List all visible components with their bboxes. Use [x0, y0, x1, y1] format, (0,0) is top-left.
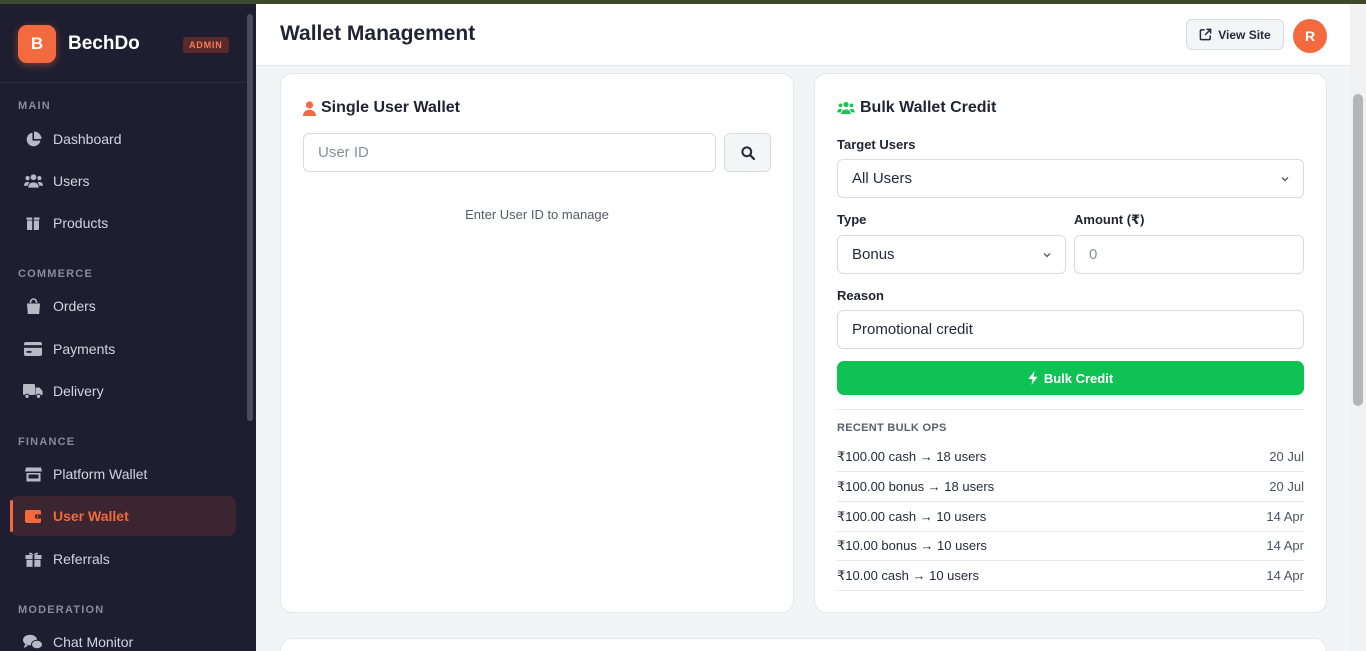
top-header: Wallet Management View Site R: [256, 4, 1350, 66]
user-id-input[interactable]: [303, 133, 716, 172]
sidebar-divider: [0, 82, 246, 83]
sidebar-scrollbar[interactable]: [247, 14, 253, 421]
target-users-label: Target Users: [837, 137, 916, 152]
view-site-label: View Site: [1218, 27, 1271, 42]
brand[interactable]: B BechDo: [18, 25, 140, 63]
op-date: 14 Apr: [1266, 568, 1304, 583]
pie-chart-icon: [23, 129, 43, 149]
section-moderation: MODERATION: [18, 604, 105, 616]
sidebar-item-platform-wallet[interactable]: Platform Wallet: [10, 454, 236, 494]
op-date: 14 Apr: [1266, 509, 1304, 524]
chevron-down-icon: [1281, 177, 1289, 182]
truck-icon: [23, 381, 43, 401]
sidebar-item-label: Products: [53, 215, 109, 231]
wallet-icon: [23, 506, 43, 526]
page-title: Wallet Management: [280, 22, 476, 45]
bulk-credit-button-label: Bulk Credit: [1043, 370, 1114, 386]
bulk-wallet-credit-card: Bulk Wallet Credit Target Users All User…: [814, 73, 1327, 613]
user-icon: [303, 100, 316, 116]
bulk-credit-button[interactable]: Bulk Credit: [837, 361, 1304, 395]
list-item: ₹100.00 cash → 18 users 20 Jul: [837, 442, 1304, 472]
sidebar-item-dashboard[interactable]: Dashboard: [10, 119, 236, 159]
chat-icon: [23, 632, 43, 651]
op-text: ₹10.00 bonus → 10 users: [837, 537, 987, 553]
brand-name: BechDo: [68, 33, 140, 54]
next-card: [280, 638, 1327, 651]
type-select[interactable]: Bonus: [837, 235, 1066, 274]
amount-label: Amount (₹): [1074, 212, 1145, 227]
search-button[interactable]: [724, 133, 771, 172]
sidebar-item-delivery[interactable]: Delivery: [10, 371, 236, 411]
list-item: ₹10.00 cash → 10 users 14 Apr: [837, 561, 1304, 591]
sidebar-item-chat-monitor[interactable]: Chat Monitor: [10, 622, 236, 651]
op-date: 20 Jul: [1269, 479, 1304, 494]
list-item: ₹100.00 bonus → 18 users 20 Jul: [837, 472, 1304, 502]
section-main: MAIN: [18, 100, 51, 112]
avatar[interactable]: R: [1293, 19, 1327, 53]
external-link-icon: [1199, 28, 1212, 41]
sidebar-item-label: Payments: [53, 341, 116, 357]
search-icon: [740, 145, 755, 160]
type-value: Bonus: [852, 246, 895, 263]
users-icon: [23, 171, 43, 191]
bulk-credit-title-text: Bulk Wallet Credit: [860, 99, 997, 116]
reason-label: Reason: [837, 288, 884, 303]
op-date: 14 Apr: [1266, 538, 1304, 553]
op-text: ₹100.00 cash → 10 users: [837, 508, 987, 524]
sidebar-item-label: Platform Wallet: [53, 466, 148, 482]
op-text: ₹100.00 bonus → 18 users: [837, 478, 995, 494]
op-text: ₹100.00 cash → 18 users: [837, 448, 987, 464]
top-accent-bar: [0, 0, 1366, 4]
target-users-select[interactable]: All Users: [837, 159, 1304, 198]
sidebar-item-user-wallet[interactable]: User Wallet: [10, 496, 236, 536]
target-users-value: All Users: [852, 170, 913, 187]
sidebar-item-orders[interactable]: Orders: [10, 286, 236, 326]
sidebar-item-label: User Wallet: [53, 508, 129, 524]
sidebar-item-referrals[interactable]: Referrals: [10, 539, 236, 579]
recent-bulk-ops-title: RECENT BULK OPS: [837, 422, 947, 434]
bulk-credit-title: Bulk Wallet Credit: [837, 99, 996, 117]
single-wallet-title: Single User Wallet: [303, 99, 460, 117]
sidebar-item-users[interactable]: Users: [10, 161, 236, 201]
single-user-wallet-card: Single User Wallet Enter User ID to mana…: [280, 73, 794, 613]
section-finance: FINANCE: [18, 436, 76, 448]
chevron-down-icon: [1043, 253, 1051, 258]
divider: [837, 409, 1304, 410]
list-item: ₹10.00 bonus → 10 users 14 Apr: [837, 531, 1304, 561]
single-wallet-title-text: Single User Wallet: [321, 99, 460, 116]
lightning-icon: [1028, 371, 1038, 385]
users-icon: [837, 101, 855, 115]
sidebar: B BechDo ADMIN MAIN Dashboard Users Prod…: [0, 4, 256, 651]
sidebar-item-label: Chat Monitor: [53, 634, 134, 650]
shopping-bag-icon: [23, 296, 43, 316]
sidebar-item-payments[interactable]: Payments: [10, 329, 236, 369]
gift-icon: [23, 549, 43, 569]
sidebar-item-label: Orders: [53, 298, 96, 314]
list-item: ₹100.00 cash → 10 users 14 Apr: [837, 502, 1304, 532]
credit-card-icon: [23, 339, 43, 359]
sidebar-item-label: Delivery: [53, 383, 104, 399]
op-date: 20 Jul: [1269, 449, 1304, 464]
sidebar-item-label: Users: [53, 173, 90, 189]
admin-badge: ADMIN: [183, 37, 229, 53]
view-site-button[interactable]: View Site: [1186, 19, 1284, 50]
page-scrollbar-thumb[interactable]: [1353, 94, 1363, 406]
sidebar-item-label: Referrals: [53, 551, 110, 567]
sidebar-item-label: Dashboard: [53, 131, 122, 147]
reason-input[interactable]: [837, 310, 1304, 349]
brand-logo: B: [18, 25, 56, 63]
type-label: Type: [837, 212, 867, 227]
store-icon: [23, 464, 43, 484]
box-icon: [23, 213, 43, 233]
amount-input[interactable]: [1074, 235, 1304, 274]
op-text: ₹10.00 cash → 10 users: [837, 567, 979, 583]
section-commerce: COMMERCE: [18, 268, 93, 280]
empty-hint: Enter User ID to manage: [465, 207, 609, 222]
sidebar-item-products[interactable]: Products: [10, 203, 236, 243]
